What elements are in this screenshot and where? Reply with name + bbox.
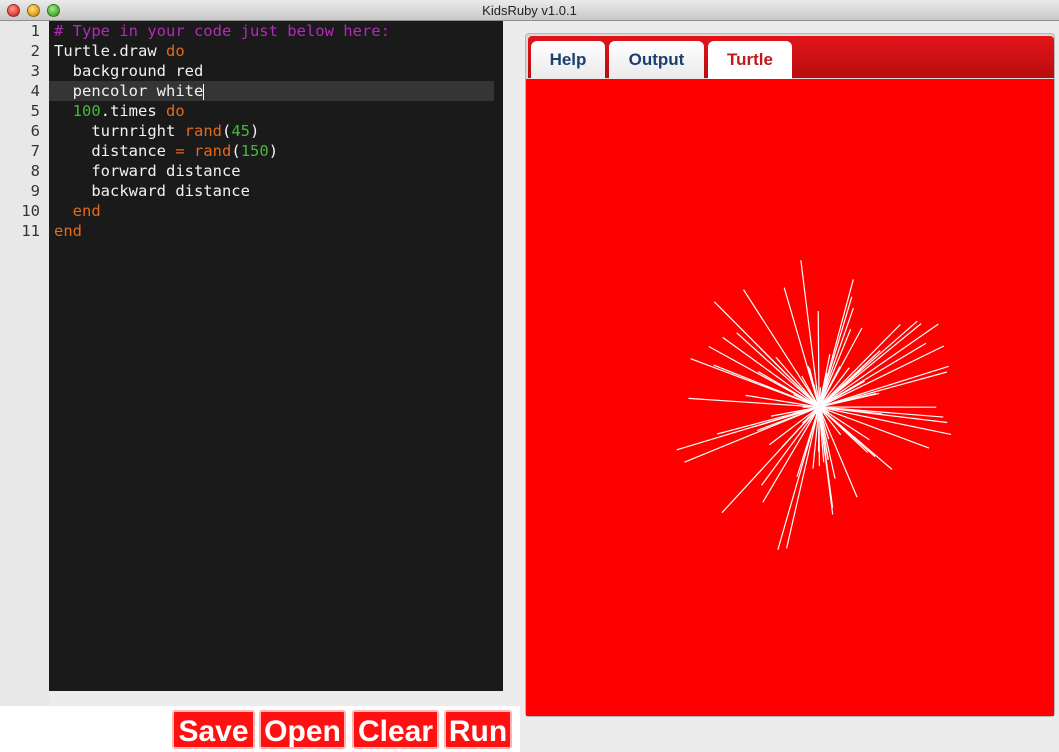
code-text-area[interactable]: # Type in your code just below here: Turt… xyxy=(49,21,503,691)
turtle-drawing xyxy=(526,79,1054,716)
turtle-background xyxy=(526,79,1054,716)
line-number: 5 xyxy=(30,102,40,120)
tab-bar: Help Output Turtle xyxy=(528,36,1054,80)
output-panel: Help Output Turtle xyxy=(525,33,1055,717)
text-cursor xyxy=(203,83,205,100)
line-number: 3 xyxy=(30,62,40,80)
code-line[interactable]: distance = rand(150) xyxy=(54,141,494,161)
line-number: 9 xyxy=(30,182,40,200)
window-title: KidsRuby v1.0.1 xyxy=(482,3,577,18)
line-number-gutter: 1 2 3 4 5 6 7 8 9 10 11 xyxy=(0,21,49,707)
save-button[interactable]: Save xyxy=(172,710,255,749)
code-line[interactable]: end xyxy=(54,221,494,241)
run-button[interactable]: Run xyxy=(444,710,512,749)
tab-output[interactable]: Output xyxy=(609,41,704,80)
line-number: 11 xyxy=(21,222,40,240)
code-line[interactable]: end xyxy=(54,201,494,221)
code-line[interactable]: backward distance xyxy=(54,181,494,201)
line-number: 7 xyxy=(30,142,40,160)
code-line[interactable]: # Type in your code just below here: xyxy=(54,21,494,41)
turtle-line xyxy=(817,311,820,408)
code-line[interactable]: pencolor white xyxy=(49,81,494,101)
action-bar: Save Open Clear Run xyxy=(0,706,520,752)
line-number: 2 xyxy=(30,42,40,60)
line-number: 1 xyxy=(30,22,40,40)
clear-button[interactable]: Clear xyxy=(352,710,439,749)
turtle-line xyxy=(818,395,821,408)
line-number: 8 xyxy=(30,162,40,180)
code-line[interactable]: turnright rand(45) xyxy=(54,121,494,141)
code-line[interactable]: 100.times do xyxy=(54,101,494,121)
line-number: 10 xyxy=(21,202,40,220)
turtle-canvas xyxy=(526,79,1054,716)
title-bar: KidsRuby v1.0.1 xyxy=(0,0,1059,21)
code-line[interactable]: Turtle.draw do xyxy=(54,41,494,61)
line-number: 4 xyxy=(30,82,40,100)
tab-help[interactable]: Help xyxy=(531,41,605,80)
code-line[interactable]: forward distance xyxy=(54,161,494,181)
open-button[interactable]: Open xyxy=(259,710,346,749)
code-line[interactable]: background red xyxy=(54,61,494,81)
tab-turtle[interactable]: Turtle xyxy=(708,41,792,80)
line-number: 6 xyxy=(30,122,40,140)
code-editor[interactable]: 1 2 3 4 5 6 7 8 9 10 11 # Type in your c… xyxy=(0,21,503,727)
